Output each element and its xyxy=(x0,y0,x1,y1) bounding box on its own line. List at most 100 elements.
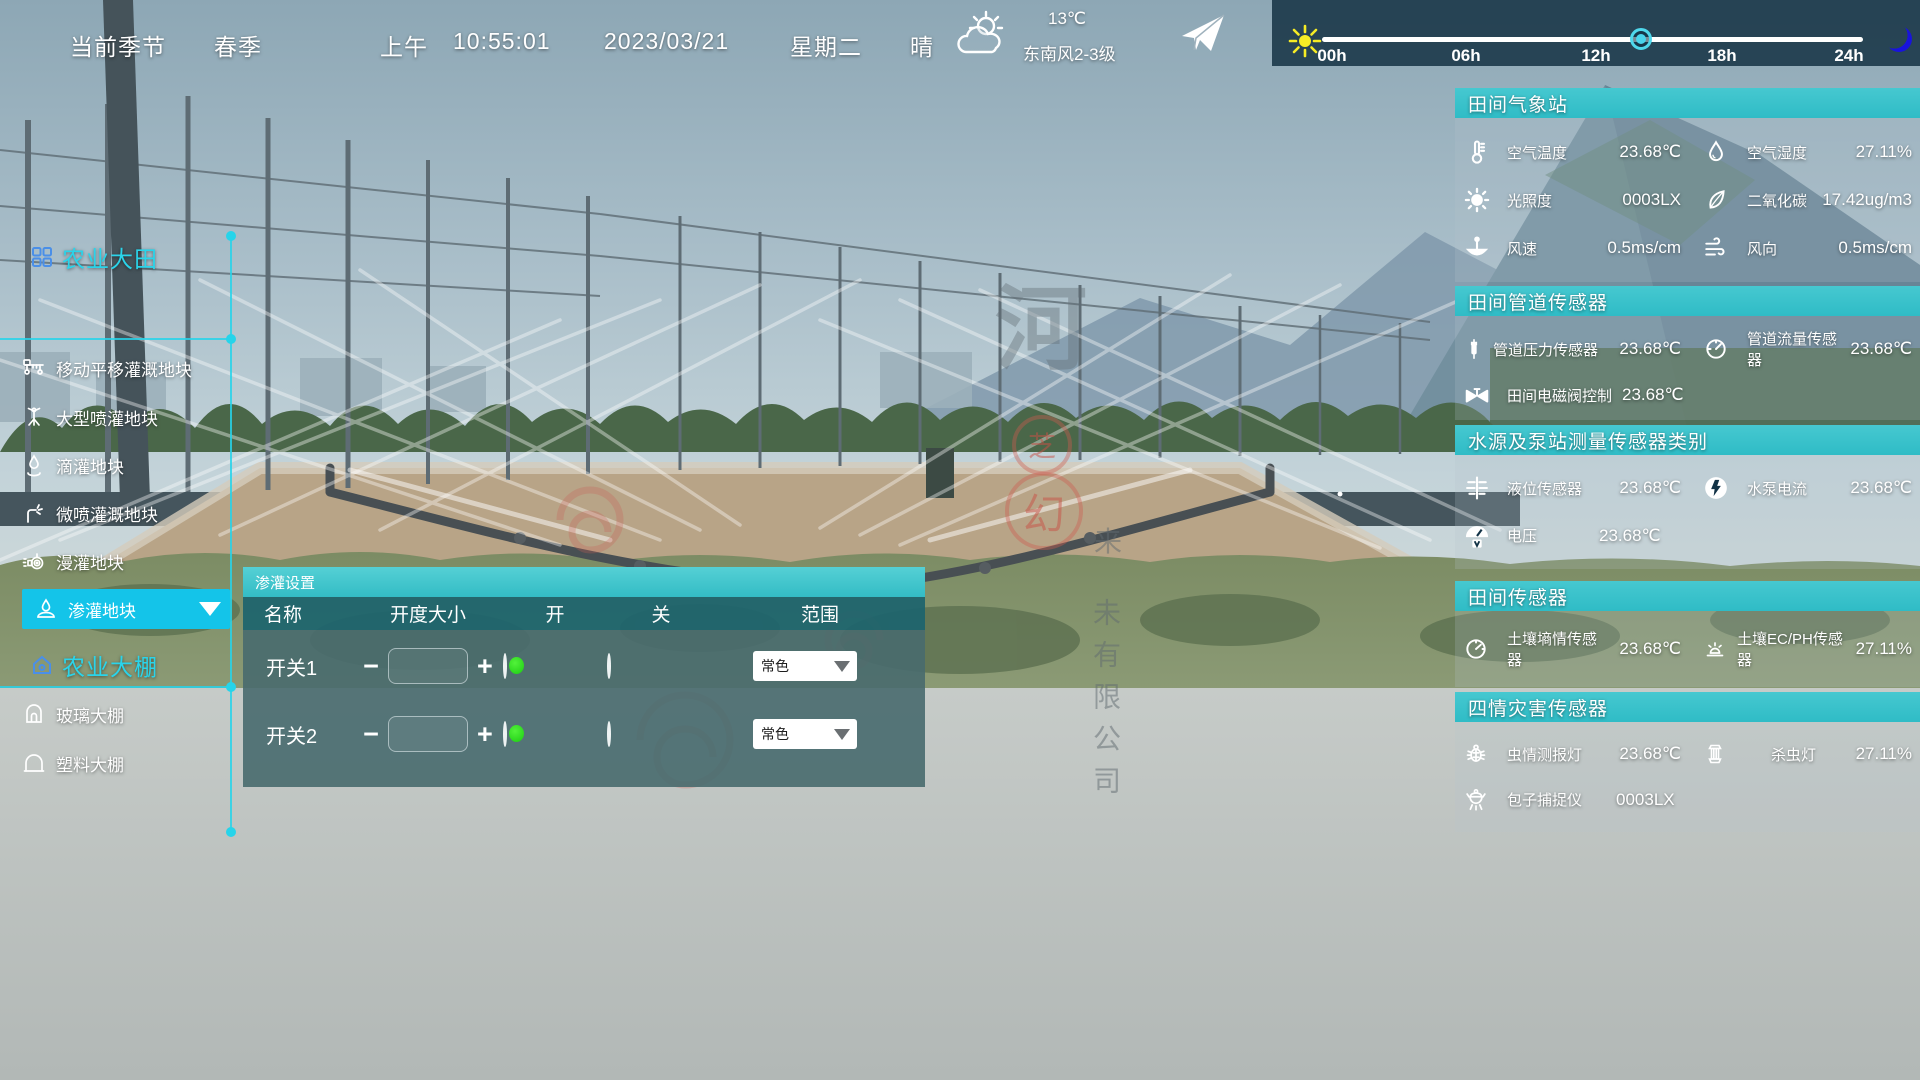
sensor-value: 23.68℃ xyxy=(1541,526,1661,546)
sensor-label: 管道流量传感器 xyxy=(1747,328,1840,370)
sidebar-item-flood[interactable]: 漫灌地块 xyxy=(22,541,124,581)
pump-current-icon xyxy=(1703,475,1743,501)
time-slider-handle[interactable] xyxy=(1630,28,1652,50)
sensor-value: 23.68℃ xyxy=(1844,339,1912,359)
sensor-row: 管道压力传感器 23.68℃ 管道流量传感器 23.68℃ xyxy=(1455,328,1920,370)
sensor-label: 风速 xyxy=(1507,238,1597,259)
weather-text: 晴 xyxy=(910,28,934,62)
sun-behind-cloud-icon xyxy=(956,10,1010,60)
sidebar-item-drip[interactable]: 滴灌地块 xyxy=(22,445,124,485)
paper-plane-icon[interactable] xyxy=(1180,12,1226,56)
top-status-bar: 当前季节 春季 上午 10:55:01 2023/03/21 星期二 晴 13℃… xyxy=(0,0,1272,66)
sensor-value: 23.68℃ xyxy=(1613,142,1681,162)
time-slider-track[interactable] xyxy=(1322,37,1863,42)
sidebar-item-label: 玻璃大棚 xyxy=(56,702,124,727)
dialog-title-bar: 渗灌设置 xyxy=(243,567,925,597)
solenoid-valve-icon xyxy=(1463,382,1503,408)
clock-time: 10:55:01 xyxy=(453,28,551,55)
dialog-body: 开关1 − + 常色 开关2 − + xyxy=(243,630,925,787)
sidebar-item-label: 微喷灌溉地块 xyxy=(56,501,158,526)
sensor-label: 包子捕捉仪 xyxy=(1507,789,1582,810)
seepage-settings-dialog: 渗灌设置 名称 开度大小 开 关 范围 开关1 − + 常色 xyxy=(243,567,925,785)
time-tick-12h: 12h xyxy=(1581,46,1610,66)
range-selected-value: 常色 xyxy=(761,656,789,676)
sensor-value: 27.11% xyxy=(1850,744,1912,764)
off-radio[interactable] xyxy=(607,721,611,747)
off-radio[interactable] xyxy=(607,653,611,679)
sensor-label: 管道压力传感器 xyxy=(1493,339,1609,360)
spore-catcher-icon xyxy=(1463,787,1503,813)
column-name: 名称 xyxy=(243,600,353,627)
sensor-row: 田间电磁阀控制 23.68℃ xyxy=(1455,382,1920,408)
sidebar-node xyxy=(226,231,236,241)
range-selected-value: 常色 xyxy=(761,724,789,744)
liquid-level-icon xyxy=(1463,474,1503,502)
time-tick-24h: 24h xyxy=(1834,46,1863,66)
panel-pipe-sensors: 田间管道传感器 管道压力传感器 23.68℃ xyxy=(1455,286,1920,420)
range-select[interactable]: 常色 xyxy=(753,651,857,681)
sensor-value: 27.11% xyxy=(1850,639,1912,659)
date-label: 2023/03/21 xyxy=(604,28,729,55)
wind-direction-icon xyxy=(1703,235,1743,261)
sensor-value: 23.68℃ xyxy=(1613,478,1681,498)
sensor-value: 0.5ms/cm xyxy=(1832,238,1912,258)
sidebar-item-seepage[interactable]: 渗灌地块 xyxy=(22,589,200,629)
sensor-row: 风速 0.5ms/cm 风向 0.5ms/cm xyxy=(1455,234,1920,262)
on-radio[interactable] xyxy=(503,721,507,747)
column-off: 关 xyxy=(607,600,715,627)
sensor-label: 液位传感器 xyxy=(1507,478,1609,499)
sidebar-item-large-sprinkler[interactable]: 大型喷灌地块 xyxy=(22,397,158,437)
sensor-label: 田间电磁阀控制 xyxy=(1507,385,1612,406)
mobile-pivot-irrigation-icon xyxy=(22,356,46,380)
section-header-field[interactable]: 农业大田 xyxy=(30,240,158,274)
watermark-side-char: 来 xyxy=(1094,520,1122,560)
panel-field-sensors: 田间传感器 土壤墒情传感器 23.68℃ xyxy=(1455,581,1920,687)
opening-size-input[interactable] xyxy=(388,648,468,684)
switch-name: 开关2 xyxy=(243,720,353,749)
on-radio[interactable] xyxy=(503,653,507,679)
sensor-label: 二氧化碳 xyxy=(1747,190,1812,211)
panel-header: 水源及泵站测量传感器类别 xyxy=(1455,425,1920,455)
sensor-value: 17.42ug/m3 xyxy=(1816,190,1912,210)
seepage-dropdown-arrow[interactable] xyxy=(190,589,230,629)
soil-ecph-icon xyxy=(1703,637,1733,661)
sidebar-item-glass-greenhouse[interactable]: 玻璃大棚 xyxy=(22,694,124,734)
pipe-flow-icon xyxy=(1703,336,1743,362)
range-select[interactable]: 常色 xyxy=(753,719,857,749)
sensor-row: 光照度 0003LX 二氧化碳 17.42ug/m3 xyxy=(1455,186,1920,214)
sidebar-item-micro-spray[interactable]: 微喷灌溉地块 xyxy=(22,493,158,533)
panel-header: 田间传感器 xyxy=(1455,581,1920,611)
app-root: 河 芝 幻 来 未有限公司 当前季节 春季 上午 10:55:01 2023/0… xyxy=(0,0,1920,1080)
wind-label: 东南风2-3级 xyxy=(1023,40,1116,65)
increase-button[interactable]: + xyxy=(477,724,493,744)
micro-spray-icon xyxy=(22,501,46,525)
switch-name: 开关1 xyxy=(243,652,353,681)
glass-greenhouse-icon xyxy=(22,702,46,726)
sensor-label: 水泵电流 xyxy=(1747,478,1840,499)
sensor-label: 光照度 xyxy=(1507,190,1612,211)
dialog-table-header: 名称 开度大小 开 关 范围 xyxy=(243,597,925,630)
sidebar-item-plastic-greenhouse[interactable]: 塑料大棚 xyxy=(22,743,124,783)
sensor-row: 包子捕捉仪 0003LX xyxy=(1455,787,1920,813)
time-of-day-slider-panel: 00h 06h 12h 18h 24h xyxy=(1272,0,1920,66)
decrease-button[interactable]: − xyxy=(363,724,379,744)
sensor-value: 23.68℃ xyxy=(1616,385,1684,405)
section-header-greenhouse[interactable]: 农业大棚 xyxy=(30,648,158,682)
panel-disaster-sensors: 四情灾害传感器 虫情测报灯 23.68℃ xyxy=(1455,692,1920,832)
increase-button[interactable]: + xyxy=(477,656,493,676)
sidebar-item-mobile-pivot[interactable]: 移动平移灌溉地块 xyxy=(22,348,192,388)
grid-icon xyxy=(30,245,54,269)
sensor-row: 虫情测报灯 23.68℃ 杀虫灯 27.11% xyxy=(1455,741,1920,767)
section-title: 农业大棚 xyxy=(62,648,158,682)
sidebar-node xyxy=(226,334,236,344)
temperature-label: 13℃ xyxy=(1048,9,1086,29)
sensor-label: 风向 xyxy=(1747,238,1828,259)
sensor-value: 27.11% xyxy=(1850,142,1912,162)
sidebar-divider-line xyxy=(0,338,232,340)
panel-header: 田间气象站 xyxy=(1455,88,1920,118)
sidebar-item-label: 移动平移灌溉地块 xyxy=(56,356,192,381)
time-tick-06h: 06h xyxy=(1451,46,1480,66)
decrease-button[interactable]: − xyxy=(363,656,379,676)
opening-size-input[interactable] xyxy=(388,716,468,752)
pipe-pressure-icon xyxy=(1463,336,1489,362)
